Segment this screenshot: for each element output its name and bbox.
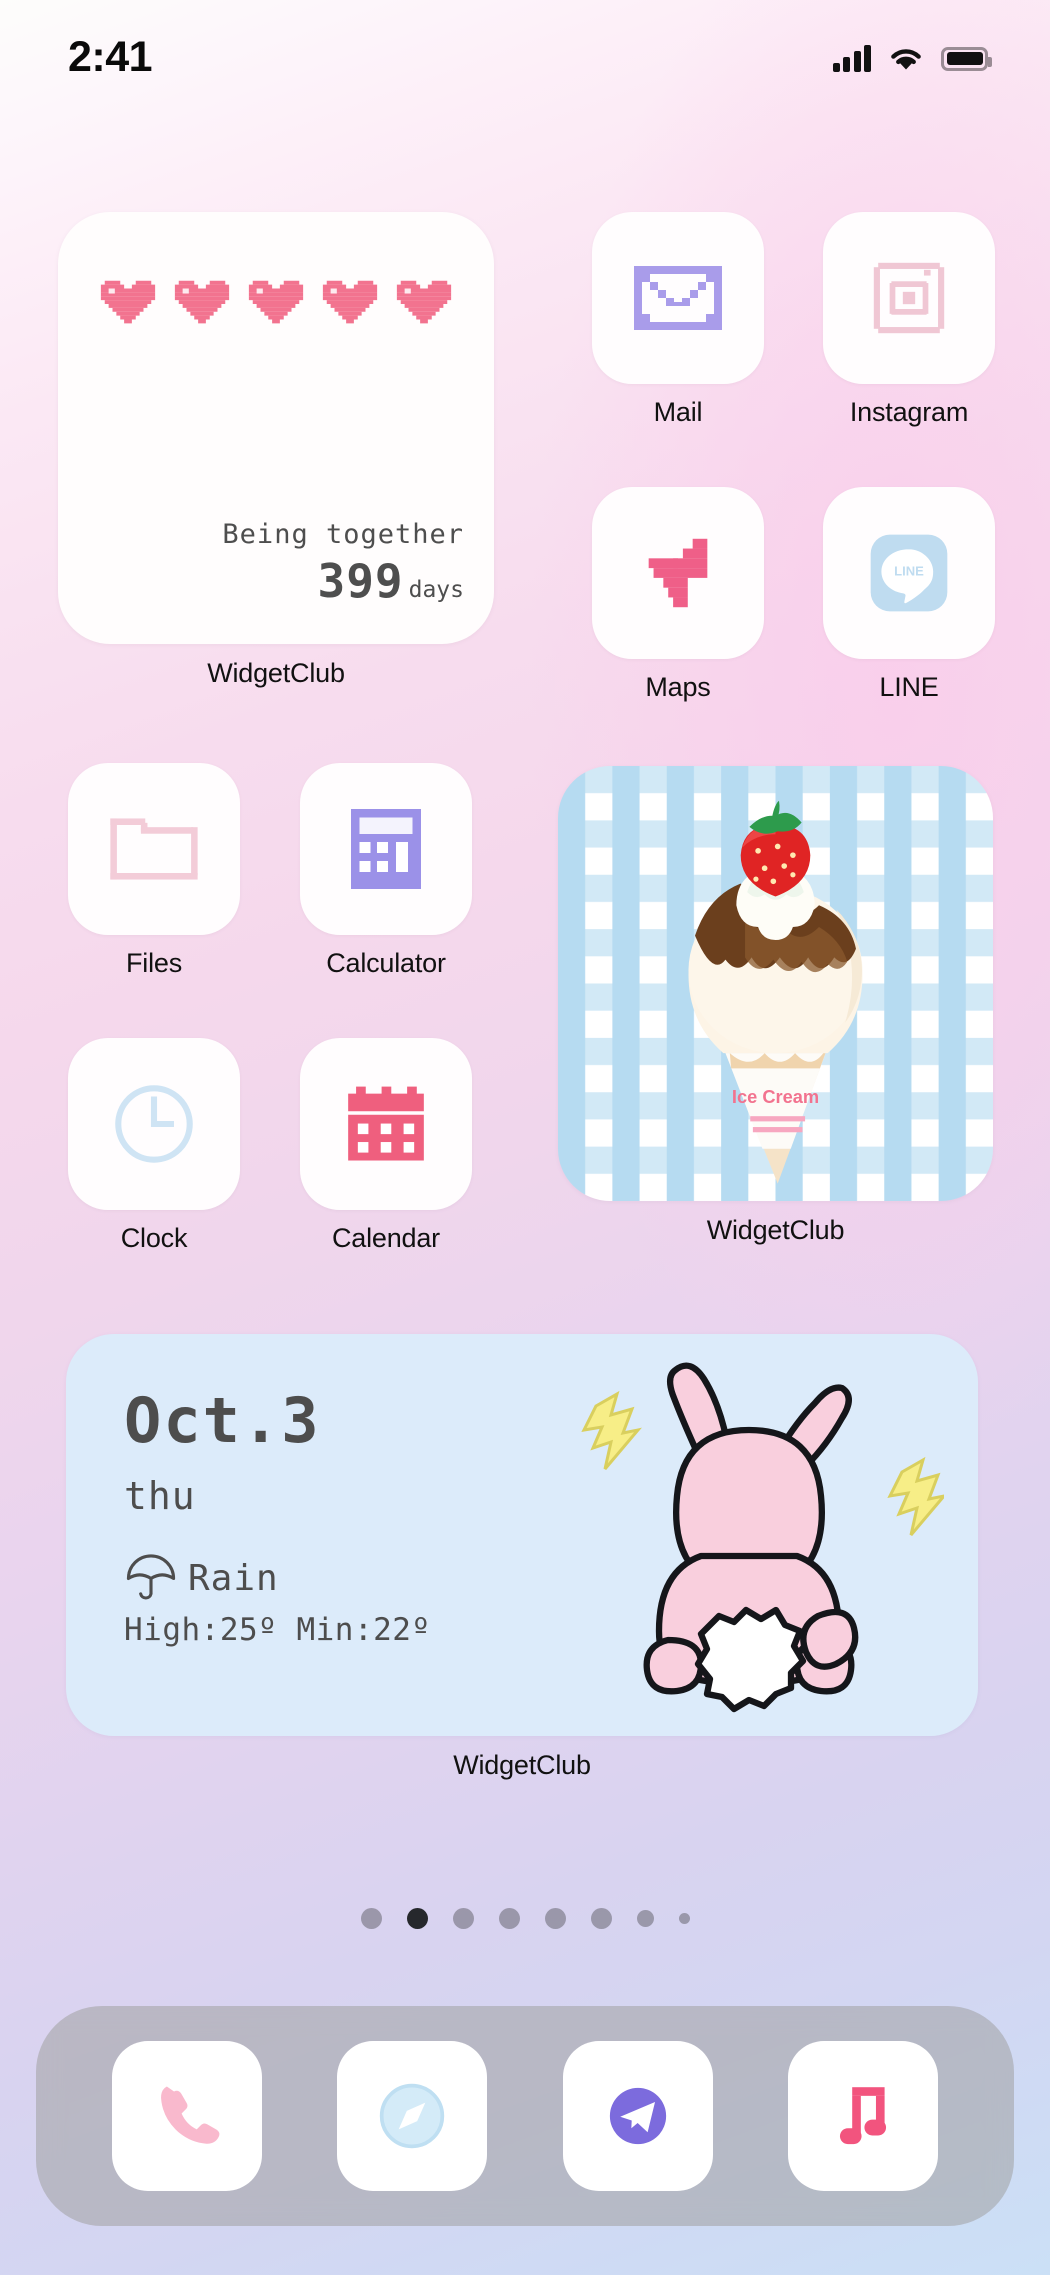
calculator-icon [351, 809, 421, 889]
svg-text:LINE: LINE [894, 563, 924, 578]
wifi-icon [891, 48, 921, 69]
page-dot[interactable] [498, 1908, 520, 1929]
dock-icon-phone[interactable] [111, 2041, 262, 2191]
cellular-signal-icon [832, 45, 871, 72]
widget-weather[interactable]: Oct.3 thu Rain High:25º Min:22º WidgetCl… [66, 1334, 978, 1781]
status-bar: 2:41 [0, 0, 1050, 105]
app-label-clock: Clock [120, 1223, 188, 1253]
instagram-tile [823, 212, 995, 384]
pixel-heart-icon [396, 280, 452, 324]
heart-widget-count-row: 399 days [222, 554, 464, 608]
app-icon-instagram[interactable]: Instagram [823, 212, 995, 428]
music-note-icon [840, 2087, 887, 2145]
lightning-bolt-icon [581, 1390, 642, 1470]
pixel-heart-icon [322, 280, 378, 324]
pixel-heart-row [58, 276, 494, 332]
files-tile [68, 763, 240, 935]
app-icon-clock[interactable]: Clock [68, 1038, 240, 1254]
battery-full-icon [941, 46, 992, 71]
page-dot-active[interactable] [406, 1908, 428, 1929]
weather-weekday: thu [124, 1474, 196, 1518]
clock-tile [68, 1038, 240, 1210]
calculator-tile [300, 763, 472, 935]
dock-icon-music[interactable] [788, 2041, 939, 2191]
weather-temperature: High:25º Min:22º [124, 1612, 431, 1648]
widget-label-weather: WidgetClub [453, 1750, 591, 1780]
dock-icon-telegram[interactable] [562, 2041, 713, 2191]
app-label-mail: Mail [653, 397, 703, 427]
page-dot[interactable] [678, 1913, 690, 1924]
page-dot[interactable] [590, 1908, 612, 1929]
weather-condition-row: Rain [124, 1554, 431, 1602]
line-chat-icon: LINE [870, 534, 948, 612]
folder-icon [110, 818, 198, 880]
dock [36, 2006, 1014, 2226]
app-label-maps: Maps [645, 672, 711, 702]
page-dot[interactable] [452, 1908, 474, 1929]
pixel-heart-icon [174, 280, 230, 324]
app-label-files: Files [125, 948, 182, 978]
ice-cream-widget-card: Ice Cream [558, 766, 993, 1201]
calendar-tile [300, 1038, 472, 1210]
compass-icon [380, 2083, 445, 2149]
widget-label-ice-cream: WidgetClub [706, 1215, 845, 1245]
app-label-line: LINE [879, 672, 939, 702]
mail-envelope-icon [634, 266, 722, 330]
line-tile: LINE [823, 487, 995, 659]
weather-date: Oct.3 [124, 1384, 321, 1457]
weather-condition: Rain [188, 1557, 279, 1599]
app-icon-files[interactable]: Files [68, 763, 240, 979]
ice-cream-illustration: Ice Cream [558, 766, 993, 1201]
heart-widget-count: 399 [317, 554, 404, 608]
heart-widget-text: Being together 399 days [222, 519, 464, 608]
widget-heart-counter[interactable]: Being together 399 days WidgetClub [58, 212, 494, 689]
clock-icon [115, 1085, 193, 1163]
heart-widget-unit: days [408, 577, 464, 603]
status-bar-indicators [832, 45, 992, 73]
page-dot[interactable] [544, 1908, 566, 1929]
instagram-camera-icon [873, 262, 945, 334]
heart-widget-card: Being together 399 days [58, 212, 494, 644]
page-dot[interactable] [636, 1910, 654, 1927]
heart-widget-caption: Being together [222, 519, 464, 550]
app-label-instagram: Instagram [849, 397, 969, 427]
app-icon-calculator[interactable]: Calculator [300, 763, 472, 979]
status-bar-time: 2:41 [68, 33, 153, 81]
weather-widget-card: Oct.3 thu Rain High:25º Min:22º [66, 1334, 978, 1736]
maps-tile [592, 487, 764, 659]
app-label-calendar: Calendar [332, 1223, 440, 1253]
weather-text-block: Oct.3 thu Rain High:25º Min:22º [124, 1384, 431, 1649]
maps-arrow-icon [648, 538, 708, 608]
umbrella-icon [126, 1554, 176, 1600]
lightning-bolt-icon [887, 1456, 948, 1536]
widget-ice-cream[interactable]: Ice Cream WidgetClub [558, 766, 993, 1246]
app-icon-line[interactable]: LINE LINE [823, 487, 995, 703]
dock-icon-safari[interactable] [337, 2041, 488, 2191]
phone-icon [160, 2086, 220, 2144]
page-dot[interactable] [360, 1908, 382, 1929]
mail-tile [592, 212, 764, 384]
pixel-heart-icon [248, 280, 304, 324]
iphone-home-screen: 2:41 Being together 399 days WidgetClub … [0, 0, 1050, 2275]
page-indicator[interactable] [0, 1908, 1050, 1929]
widget-label-heart: WidgetClub [207, 658, 345, 688]
calendar-icon [348, 1086, 424, 1161]
ice-cream-wrapper-text: Ice Cream [732, 1086, 819, 1107]
telegram-icon [609, 2087, 666, 2145]
home-screen-grid: Being together 399 days WidgetClub Mail … [0, 0, 1050, 2275]
bunny-illustration [554, 1340, 948, 1735]
pixel-heart-icon [100, 280, 156, 324]
app-label-calculator: Calculator [326, 948, 446, 978]
app-icon-mail[interactable]: Mail [592, 212, 764, 428]
app-icon-maps[interactable]: Maps [592, 487, 764, 703]
app-icon-calendar[interactable]: Calendar [300, 1038, 472, 1254]
